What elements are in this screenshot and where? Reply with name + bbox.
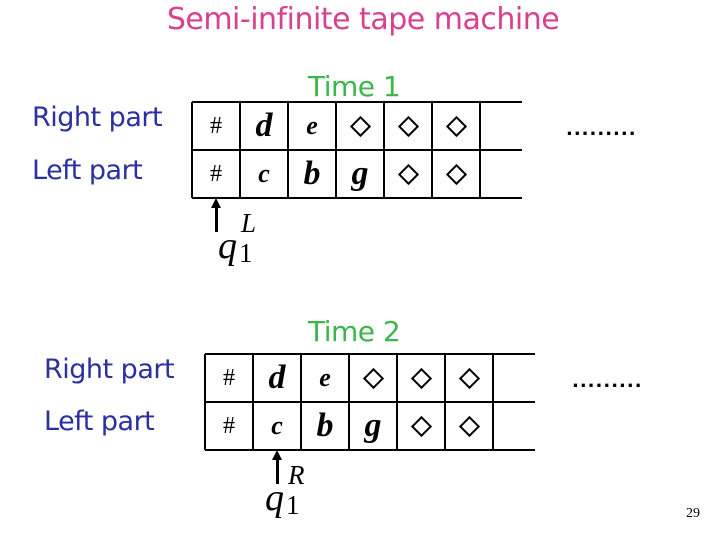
time-1-label: Time 1 — [308, 70, 401, 103]
left-part-cell — [445, 402, 493, 450]
right-part-cell: d — [253, 354, 301, 402]
right-part-cell — [397, 354, 445, 402]
blank-symbol-diamond-icon — [445, 163, 467, 185]
blank-symbol-diamond-icon — [410, 367, 432, 389]
time-2-label: Time 2 — [308, 315, 401, 348]
time-1-left-part-label: Left part — [32, 155, 143, 186]
left-part-cell — [493, 402, 541, 450]
time-2-state: q 1 R — [265, 460, 305, 520]
left-part-cell: # — [205, 402, 253, 450]
blank-symbol-diamond-icon — [397, 115, 419, 137]
state-subscript: 1 — [239, 238, 253, 268]
state-superscript: L — [241, 208, 257, 238]
blank-symbol-diamond-icon — [458, 415, 480, 437]
left-part-cell: b — [288, 150, 336, 198]
right-part-cell: e — [301, 354, 349, 402]
tape-symbol: d — [268, 359, 286, 396]
right-part-cell: d — [240, 102, 288, 150]
right-part-cell: e — [288, 102, 336, 150]
left-part-cell — [480, 150, 528, 198]
blank-symbol-diamond-icon — [362, 367, 384, 389]
tape-symbol: b — [316, 407, 334, 444]
tape-symbol: c — [271, 411, 283, 440]
blank-symbol-diamond-icon — [458, 367, 480, 389]
time-2-right-part-label: Right part — [44, 354, 175, 385]
tape-symbol: b — [303, 155, 321, 192]
tape-symbol: # — [210, 160, 222, 187]
tape-symbol: # — [210, 112, 222, 139]
left-part-cell — [432, 150, 480, 198]
right-part-cell — [432, 102, 480, 150]
tape-symbol: d — [255, 107, 273, 144]
left-part-cell: c — [240, 150, 288, 198]
right-part-cell — [349, 354, 397, 402]
tape-symbol: g — [351, 155, 369, 192]
time-1-state: q 1 L — [218, 208, 256, 268]
right-part-cell — [493, 354, 541, 402]
left-part-cell: c — [253, 402, 301, 450]
tape-symbol: # — [223, 412, 235, 439]
state-symbol: q — [218, 225, 237, 267]
blank-symbol-diamond-icon — [397, 163, 419, 185]
right-part-cell — [336, 102, 384, 150]
state-symbol: q — [265, 477, 284, 519]
page-number: 29 — [686, 506, 700, 521]
tape-symbol: g — [364, 407, 382, 444]
blank-symbol-diamond-icon — [445, 115, 467, 137]
left-part-cell: g — [336, 150, 384, 198]
right-part-cell — [384, 102, 432, 150]
left-part-cell — [384, 150, 432, 198]
left-part-cell: # — [192, 150, 240, 198]
tape-symbol: # — [223, 364, 235, 391]
right-part-cell: # — [205, 354, 253, 402]
tape-symbol: e — [306, 111, 318, 140]
state-superscript: R — [288, 460, 305, 490]
slide-title: Semi-infinite tape machine — [166, 2, 560, 37]
state-subscript: 1 — [286, 490, 300, 520]
left-part-cell — [397, 402, 445, 450]
tape-symbol: c — [258, 159, 270, 188]
tape-symbol: e — [319, 363, 331, 392]
right-part-cell — [445, 354, 493, 402]
right-part-cell: # — [192, 102, 240, 150]
time-2-left-part-label: Left part — [44, 406, 155, 437]
left-part-cell: b — [301, 402, 349, 450]
blank-symbol-diamond-icon — [349, 115, 371, 137]
right-part-cell — [480, 102, 528, 150]
blank-symbol-diamond-icon — [410, 415, 432, 437]
left-part-cell: g — [349, 402, 397, 450]
time-2-ellipsis: ......... — [572, 371, 643, 392]
time-1-right-part-label: Right part — [32, 102, 163, 133]
time-1-ellipsis: ......... — [566, 119, 637, 140]
